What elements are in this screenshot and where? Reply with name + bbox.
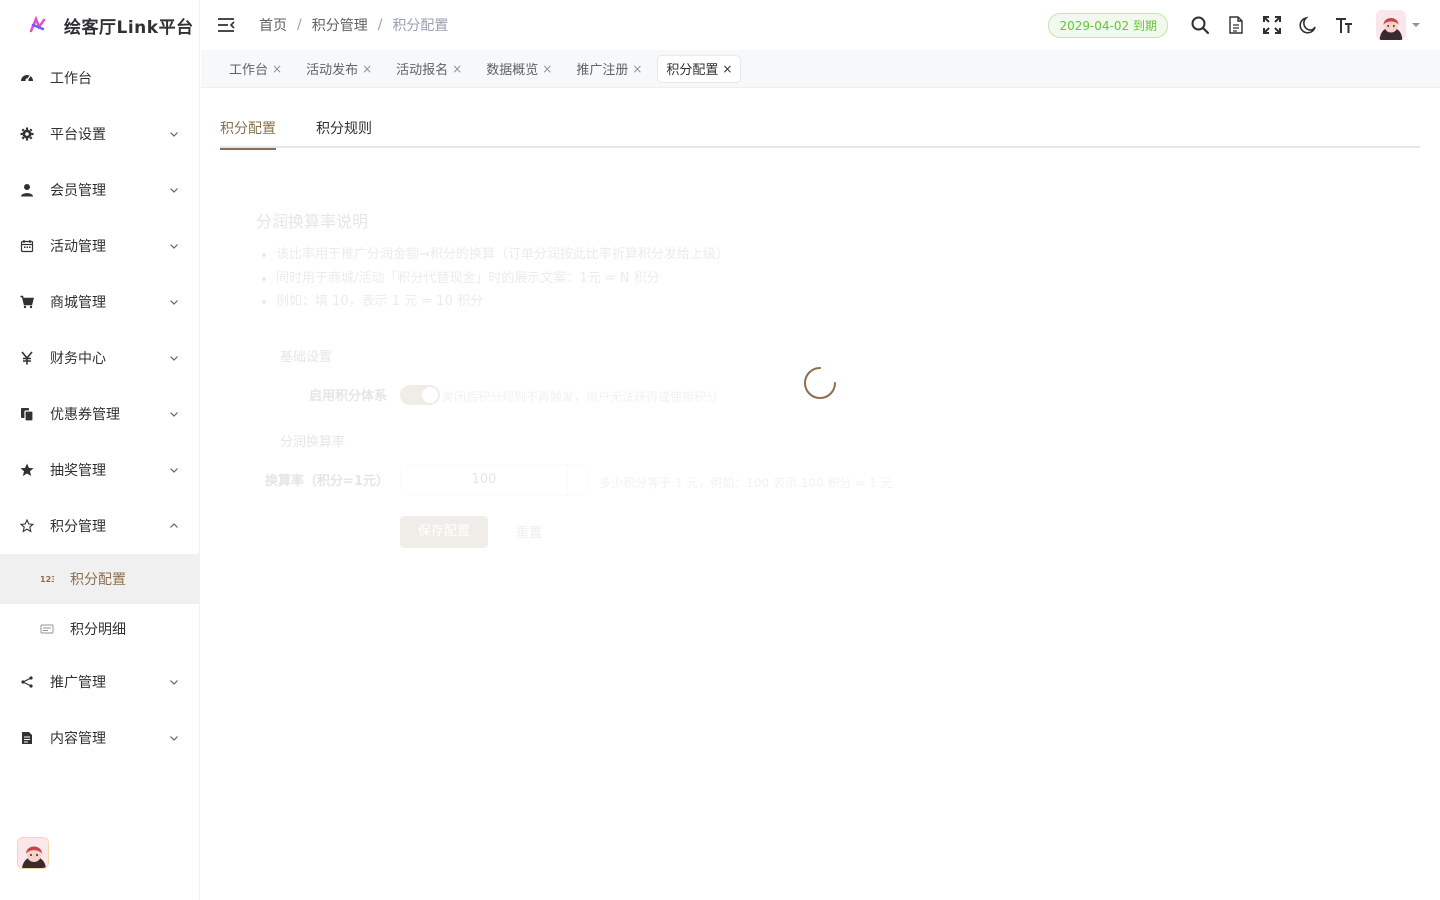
chevron-down-icon [170, 188, 178, 193]
sidebar-subitem-label: 积分明细 [70, 622, 126, 638]
loading-mask [201, 88, 1440, 900]
sidebar-item-label: 会员管理 [50, 183, 106, 199]
yen-icon [20, 351, 34, 365]
document-icon[interactable] [1218, 7, 1254, 43]
main-content: 积分配置 积分规则 分润换算率说明 该比率用于推广分润金额→积分的换算（订单分润… [201, 88, 1440, 900]
caret-down-icon [1412, 23, 1420, 27]
user-menu[interactable] [1376, 10, 1420, 40]
logo[interactable]: 绘客厅Link平台 [0, 0, 199, 50]
sidebar-item-content-management[interactable]: 内容管理 [0, 710, 199, 766]
sidebar-item-platform-settings[interactable]: 平台设置 [0, 106, 199, 162]
sidebar-item-dashboard[interactable]: 工作台 [0, 50, 199, 106]
svg-text:123: 123 [40, 575, 54, 584]
star-icon [20, 463, 34, 477]
top-header: 首页 / 积分管理 / 积分配置 2029-04-02 到期 [201, 0, 1440, 50]
sidebar-item-label: 抽奖管理 [50, 463, 106, 479]
close-icon[interactable]: × [542, 62, 552, 76]
tag-label: 推广注册 [576, 63, 629, 78]
search-icon[interactable] [1182, 7, 1218, 43]
tag-points-config[interactable]: 积分配置 × [658, 55, 741, 82]
tag-activity-publish[interactable]: 活动发布 × [298, 56, 380, 82]
sidebar-avatar[interactable] [17, 837, 49, 869]
chevron-down-icon [170, 356, 178, 361]
sidebar-item-label: 财务中心 [50, 351, 106, 367]
sidebar-item-finance-center[interactable]: 财务中心 [0, 330, 199, 386]
chevron-down-icon [170, 300, 178, 305]
sidebar-subitem-points-detail[interactable]: 积分明细 [0, 604, 199, 654]
expire-badge: 2029-04-02 到期 [1048, 12, 1168, 38]
avatar[interactable] [1376, 10, 1406, 40]
sidebar-item-lottery-management[interactable]: 抽奖管理 [0, 442, 199, 498]
sidebar-item-points-management[interactable]: 积分管理 [0, 498, 199, 554]
sidebar-subitem-label: 积分配置 [70, 572, 126, 588]
chevron-down-icon [170, 680, 178, 685]
dashboard-icon [20, 71, 34, 85]
chevron-down-icon [170, 468, 178, 473]
app-title: 绘客厅Link平台 [64, 17, 194, 38]
star-outline-icon [20, 519, 34, 533]
breadcrumb-separator: / [377, 17, 383, 33]
document-icon [20, 731, 34, 745]
sidebar-item-member-management[interactable]: 会员管理 [0, 162, 199, 218]
sidebar-item-label: 商城管理 [50, 295, 106, 311]
sidebar-item-label: 内容管理 [50, 731, 106, 747]
sidebar-item-promotion-management[interactable]: 推广管理 [0, 654, 199, 710]
tag-promotion-register[interactable]: 推广注册 × [568, 56, 650, 82]
tag-label: 活动报名 [396, 63, 449, 78]
chevron-down-icon [170, 736, 178, 741]
share-icon [20, 675, 34, 689]
calendar-icon [20, 239, 34, 253]
breadcrumb-points-management[interactable]: 积分管理 [312, 15, 368, 35]
123-icon: 123 [40, 572, 54, 586]
close-icon[interactable]: × [722, 62, 732, 76]
list-icon [40, 622, 54, 636]
font-size-icon[interactable] [1326, 7, 1362, 43]
breadcrumb-separator: / [297, 17, 302, 33]
tags-view: 工作台 × 活动发布 × 活动报名 × 数据概览 × 推广注册 × 积分配置 × [201, 50, 1440, 88]
close-icon[interactable]: × [272, 62, 282, 76]
sidebar-item-label: 工作台 [50, 71, 92, 87]
sidebar-item-label: 推广管理 [50, 675, 106, 691]
sidebar: 绘客厅Link平台 工作台 平台设置 会员管理 活动管理 商城管理 财务中心 优… [0, 0, 200, 900]
breadcrumb: 首页 / 积分管理 / 积分配置 [259, 15, 448, 35]
menu-fold-icon[interactable] [217, 17, 235, 33]
close-icon[interactable]: × [632, 62, 642, 76]
tag-label: 数据概览 [486, 63, 539, 78]
coupon-icon [20, 407, 34, 421]
tag-dashboard[interactable]: 工作台 × [221, 56, 290, 82]
moon-icon[interactable] [1290, 7, 1326, 43]
header-actions: 2029-04-02 到期 [1048, 7, 1440, 43]
chevron-up-icon [170, 523, 178, 528]
sidebar-item-activity-management[interactable]: 活动管理 [0, 218, 199, 274]
chevron-down-icon [170, 244, 178, 249]
tag-activity-signup[interactable]: 活动报名 × [388, 56, 470, 82]
gear-icon [20, 127, 34, 141]
loading-spinner-icon [804, 367, 836, 399]
sidebar-item-coupon-management[interactable]: 优惠券管理 [0, 386, 199, 442]
close-icon[interactable]: × [362, 62, 372, 76]
chevron-down-icon [170, 412, 178, 417]
side-menu: 工作台 平台设置 会员管理 活动管理 商城管理 财务中心 优惠券管理 抽奖管理 … [0, 50, 199, 766]
breadcrumb-points-config: 积分配置 [392, 18, 449, 34]
tag-label: 积分配置 [666, 63, 719, 78]
fullscreen-icon[interactable] [1254, 7, 1290, 43]
tag-label: 工作台 [229, 63, 269, 78]
sidebar-item-label: 活动管理 [50, 239, 106, 255]
chevron-down-icon [170, 132, 178, 137]
sidebar-subitem-points-config[interactable]: 123 积分配置 [0, 554, 199, 604]
sidebar-item-label: 平台设置 [50, 127, 106, 143]
sidebar-item-label: 优惠券管理 [50, 407, 120, 423]
tag-label: 活动发布 [306, 63, 359, 78]
close-icon[interactable]: × [452, 62, 462, 76]
logo-icon [29, 15, 46, 33]
breadcrumb-home[interactable]: 首页 [259, 15, 287, 35]
sidebar-item-label: 积分管理 [50, 519, 106, 535]
sidebar-item-mall-management[interactable]: 商城管理 [0, 274, 199, 330]
user-icon [20, 183, 34, 197]
tag-data-overview[interactable]: 数据概览 × [478, 56, 560, 82]
cart-icon [20, 295, 34, 309]
